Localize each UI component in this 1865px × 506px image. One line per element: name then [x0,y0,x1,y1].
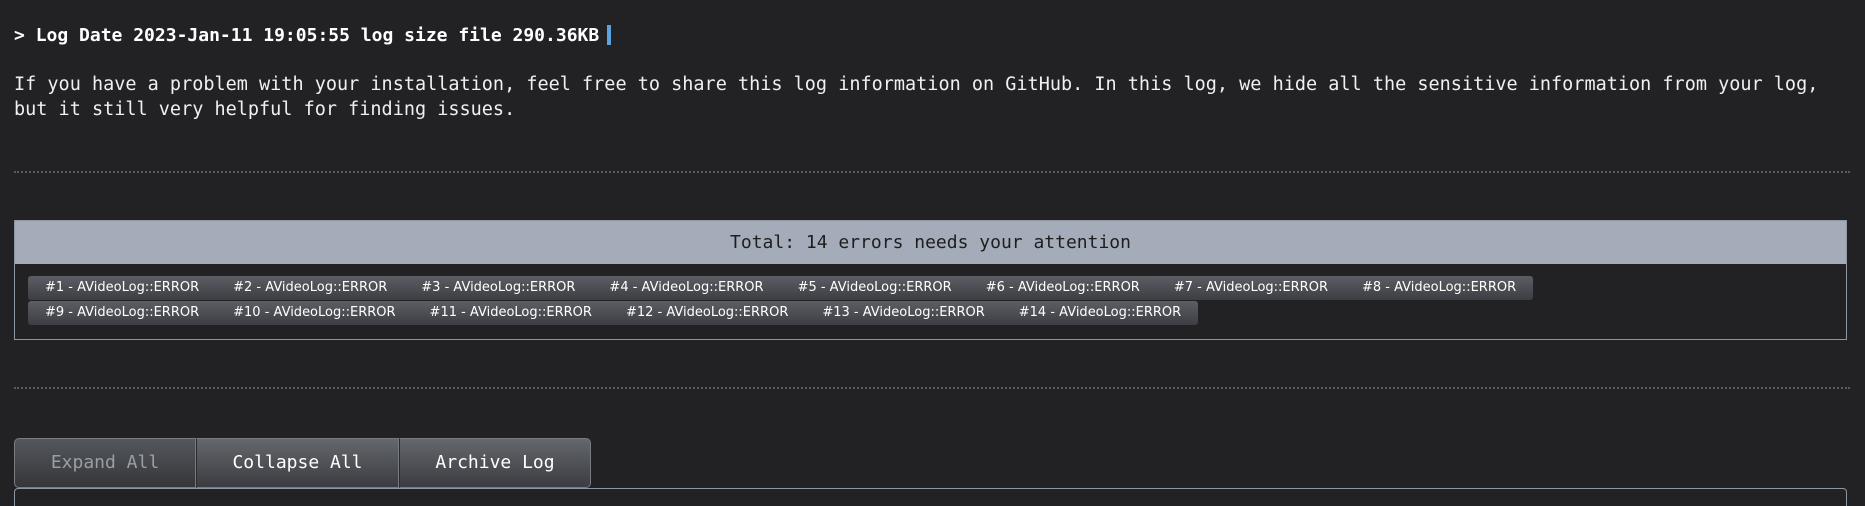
log-date-size: Log Date 2023-Jan-11 19:05:55 log size f… [35,25,600,46]
error-link[interactable]: #13 - AVideoLog::ERROR [805,301,1002,325]
error-link[interactable]: #6 - AVideoLog::ERROR [968,276,1157,300]
error-link[interactable]: #1 - AVideoLog::ERROR [28,276,217,300]
error-link[interactable]: #3 - AVideoLog::ERROR [404,276,593,300]
text-cursor [607,25,612,45]
dotted-divider [14,171,1850,173]
errors-title: Total: 14 errors needs your attention [15,221,1846,264]
log-page: > Log Date 2023-Jan-11 19:05:55 log size… [0,0,1865,506]
log-actions: Expand All Collapse All Archive Log [14,438,591,488]
expand-all-button[interactable]: Expand All [14,438,196,488]
errors-list: #1 - AVideoLog::ERROR #2 - AVideoLog::ER… [15,264,1846,325]
error-link[interactable]: #9 - AVideoLog::ERROR [28,301,217,325]
error-link[interactable]: #8 - AVideoLog::ERROR [1344,276,1534,300]
archive-log-button[interactable]: Archive Log [399,438,591,488]
dotted-divider [14,387,1850,389]
errors-panel: Total: 14 errors needs your attention #1… [14,220,1847,340]
intro-text: If you have a problem with your installa… [14,74,1819,120]
error-link[interactable]: #10 - AVideoLog::ERROR [216,301,413,325]
error-link[interactable]: #12 - AVideoLog::ERROR [608,301,806,325]
error-link[interactable]: #4 - AVideoLog::ERROR [592,276,781,300]
error-link[interactable]: #14 - AVideoLog::ERROR [1001,301,1199,325]
error-link[interactable]: #5 - AVideoLog::ERROR [780,276,969,300]
error-link[interactable]: #7 - AVideoLog::ERROR [1156,276,1345,300]
log-header: > Log Date 2023-Jan-11 19:05:55 log size… [14,24,612,48]
error-link[interactable]: #2 - AVideoLog::ERROR [216,276,405,300]
error-link[interactable]: #11 - AVideoLog::ERROR [412,301,609,325]
error-row-1: #1 - AVideoLog::ERROR #2 - AVideoLog::ER… [28,276,1846,300]
collapse-all-button[interactable]: Collapse All [196,438,399,488]
prompt-symbol: > [14,25,25,46]
log-content-panel [14,488,1847,506]
error-row-2: #9 - AVideoLog::ERROR #10 - AVideoLog::E… [28,301,1846,325]
